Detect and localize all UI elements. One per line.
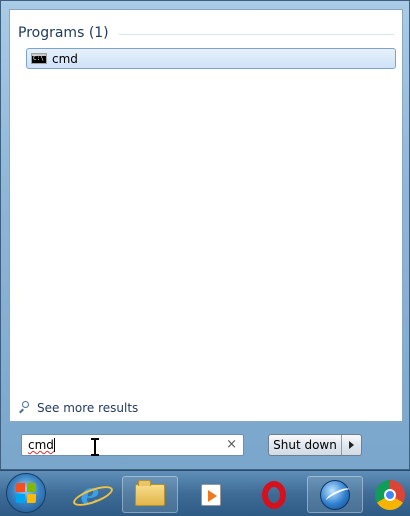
browser-globe-icon [320, 479, 350, 510]
taskbar-chrome[interactable] [370, 476, 410, 513]
taskbar-opera[interactable] [246, 476, 302, 513]
see-more-results-link[interactable]: See more results [18, 400, 138, 416]
shutdown-button[interactable]: Shut down [269, 435, 342, 455]
text-caret [54, 438, 55, 452]
internet-explorer-icon: e [71, 477, 116, 512]
group-title: Programs (1) [18, 25, 109, 41]
result-item-label: cmd [52, 51, 78, 66]
chrome-icon [375, 479, 405, 510]
start-menu: Programs (1) cmd See more results cmd × … [0, 0, 410, 470]
ibeam-cursor-icon [91, 438, 99, 456]
taskbar-internet-explorer[interactable]: e [62, 476, 118, 513]
windows-flag-part [16, 494, 25, 503]
windows-flag-part [27, 494, 36, 503]
search-input[interactable]: cmd × [21, 434, 244, 456]
folder-icon [135, 479, 165, 506]
result-item-cmd[interactable]: cmd [26, 48, 396, 69]
opera-icon [262, 480, 286, 509]
taskbar: e [0, 470, 410, 516]
taskbar-windows-explorer[interactable] [122, 476, 178, 513]
start-button[interactable] [6, 473, 46, 513]
taskbar-media-player[interactable] [183, 476, 239, 513]
see-more-label: See more results [37, 401, 139, 415]
command-prompt-icon [31, 53, 47, 64]
search-icon [18, 401, 32, 415]
clear-search-button[interactable]: × [226, 437, 237, 453]
group-divider [118, 33, 394, 35]
windows-flag-icon [16, 483, 25, 492]
shutdown-button-group: Shut down [268, 434, 362, 456]
shutdown-options-button[interactable] [342, 435, 361, 455]
arrow-right-icon [349, 441, 354, 449]
windows-flag-part [27, 483, 36, 492]
programs-group-header[interactable]: Programs (1) [18, 22, 394, 44]
media-player-icon [201, 483, 221, 506]
search-results-panel: Programs (1) cmd See more results [9, 9, 403, 422]
taskbar-seamonkey[interactable] [307, 476, 363, 513]
search-input-text: cmd [28, 438, 54, 452]
